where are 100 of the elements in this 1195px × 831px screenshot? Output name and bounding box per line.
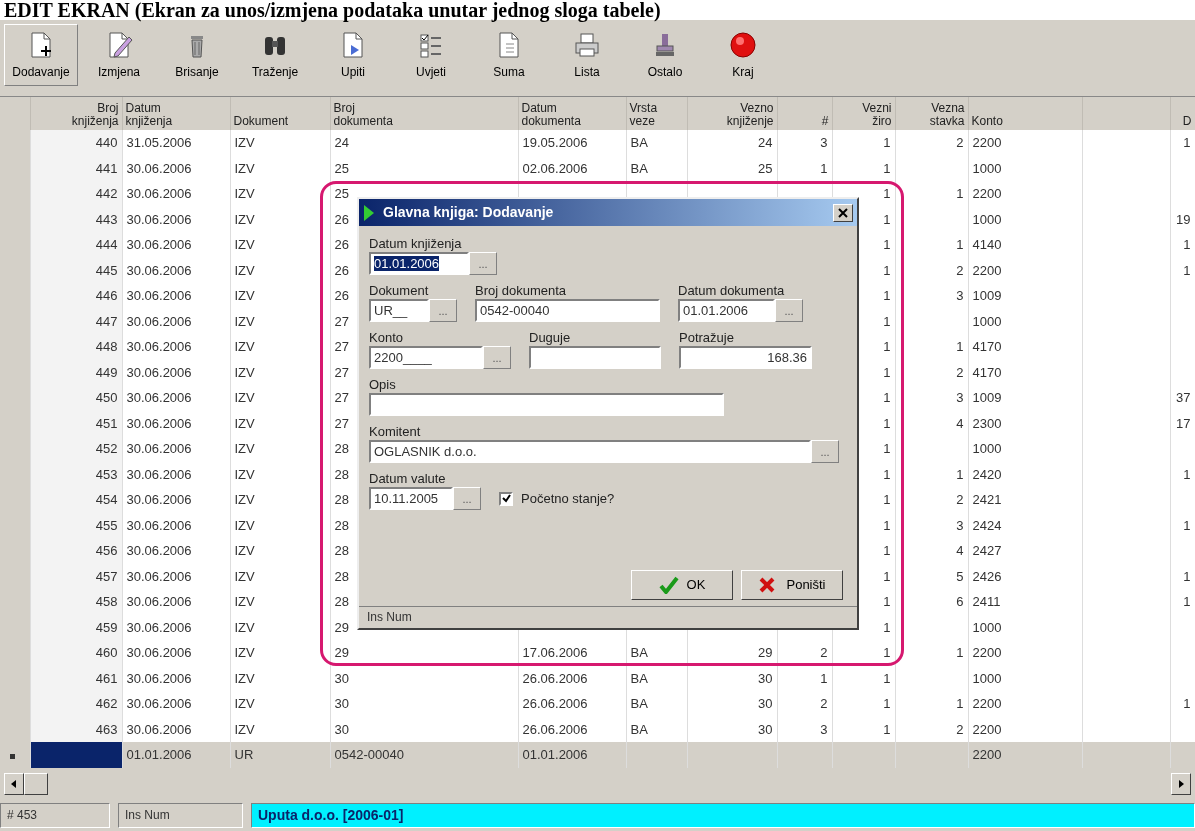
column-header[interactable]: Konto [971, 115, 1003, 128]
field-label: Potražuje [679, 330, 735, 346]
table-cell: IZV [230, 691, 330, 717]
table-cell: 29 [687, 640, 777, 666]
text-field[interactable]: 01.01.2006 [369, 252, 469, 275]
table-cell: 3 [895, 283, 968, 309]
toolbar-button[interactable]: Dodavanje [4, 24, 78, 86]
field-label: Datum knjiženja [369, 236, 463, 252]
column-header[interactable]: Broj knjiženja [71, 102, 119, 128]
text-field[interactable]: 10.11.2005 [369, 487, 453, 510]
toolbar-button[interactable]: Ostalo [628, 24, 702, 86]
picker-button[interactable]: ... [429, 299, 457, 322]
toolbar-button[interactable]: Upiti [316, 24, 390, 86]
table-cell: 450 [30, 385, 122, 411]
table-cell: 4 [895, 538, 968, 564]
text-field[interactable]: 2200____ [369, 346, 483, 369]
text-field[interactable] [529, 346, 661, 369]
table-cell: IZV [230, 538, 330, 564]
picker-button[interactable]: ... [453, 487, 481, 510]
table-cell: 30.06.2006 [122, 716, 230, 742]
table-cell: 448 [30, 334, 122, 360]
toolbar-button[interactable]: Uvjeti [394, 24, 468, 86]
toolbar-button[interactable]: Lista [550, 24, 624, 86]
column-header[interactable]: # [821, 115, 829, 128]
column-header[interactable]: Vrsta veze [629, 102, 658, 128]
cancel-button[interactable]: Poništi [741, 570, 843, 600]
text-field[interactable]: 168.36 [679, 346, 812, 369]
right-arrow-icon [1177, 780, 1185, 789]
column-header[interactable]: Datum dokumenta [521, 102, 581, 128]
picker-button[interactable]: ... [483, 346, 511, 369]
column-header[interactable]: Vezna stavka [929, 102, 965, 128]
table-cell: 19.05.2006 [518, 130, 626, 156]
table-cell: IZV [230, 487, 330, 513]
table-cell: IZV [230, 436, 330, 462]
toolbar-button[interactable]: Traženje [238, 24, 312, 86]
toolbar-button[interactable]: Suma [472, 24, 546, 86]
table-cell: BA [626, 130, 687, 156]
table-cell: 30.06.2006 [122, 359, 230, 385]
table-cell: 444 [30, 232, 122, 258]
table-cell: UR [230, 742, 330, 768]
text-field[interactable]: UR__ [369, 299, 429, 322]
table-cell: 3 [895, 385, 968, 411]
picker-button[interactable]: ... [811, 440, 839, 463]
table-cell: 2 [895, 130, 968, 156]
table-cell: 2424 [968, 512, 1082, 538]
table-cell: 30.06.2006 [122, 206, 230, 232]
table-cell: 30.06.2006 [122, 691, 230, 717]
table-cell: IZV [230, 385, 330, 411]
table-cell: 441 [30, 155, 122, 181]
table-cell: 461 [30, 665, 122, 691]
table-cell: 30 [330, 716, 518, 742]
table-cell: 2200 [968, 742, 1082, 768]
table-cell: 451 [30, 410, 122, 436]
picker-button[interactable]: ... [775, 299, 803, 322]
picker-button[interactable]: ... [469, 252, 497, 275]
close-icon [838, 207, 848, 218]
table-cell: 2300 [968, 410, 1082, 436]
checkbox[interactable] [499, 491, 513, 506]
table-cell: 455 [30, 512, 122, 538]
table-cell: 2426 [968, 563, 1082, 589]
table-cell: 30 [687, 716, 777, 742]
table-cell: 1 [1170, 232, 1195, 258]
scroll-right-button[interactable] [1171, 772, 1191, 795]
table-cell: 2200 [968, 716, 1082, 742]
scroll-thumb[interactable] [24, 772, 48, 795]
table-cell: BA [626, 691, 687, 717]
column-header[interactable]: D [1182, 115, 1192, 128]
focused-cell[interactable] [30, 742, 122, 768]
printer-icon [573, 31, 601, 59]
column-header[interactable]: Vezno knjiženje [726, 102, 774, 128]
column-header[interactable]: Vezni žiro [862, 102, 892, 128]
check-icon [658, 576, 679, 594]
check-icon [501, 494, 511, 503]
text-field[interactable]: OGLASNIK d.o.o. [369, 440, 811, 463]
table-cell: 1009 [968, 283, 1082, 309]
table-cell: 447 [30, 308, 122, 334]
ok-button[interactable]: OK [631, 570, 733, 600]
table-cell: 30.06.2006 [122, 665, 230, 691]
column-header[interactable]: Dokument [233, 115, 289, 128]
table-cell: 30.06.2006 [122, 181, 230, 207]
table-cell: 0542-00040 [330, 742, 518, 768]
table-cell: 30.06.2006 [122, 308, 230, 334]
close-button[interactable] [833, 203, 853, 222]
text-field[interactable]: 01.01.2006 [678, 299, 775, 322]
column-header[interactable]: Datum knjiženja [125, 102, 173, 128]
text-field[interactable] [369, 393, 724, 416]
table-cell: 30 [330, 691, 518, 717]
table-cell: 30.06.2006 [122, 385, 230, 411]
column-header[interactable]: Broj dokumenta [333, 102, 393, 128]
table-cell: 463 [30, 716, 122, 742]
table-cell: 2200 [968, 691, 1082, 717]
toolbar-button[interactable]: Izmjena [82, 24, 156, 86]
scroll-left-button[interactable] [4, 772, 24, 795]
table-cell: 01.01.2006 [122, 742, 230, 768]
table-cell: 30 [687, 665, 777, 691]
table-cell: 449 [30, 359, 122, 385]
toolbar-button[interactable]: Brisanje [160, 24, 234, 86]
text-field[interactable]: 0542-00040 [475, 299, 660, 322]
table-cell: 1 [1170, 589, 1195, 615]
toolbar-button[interactable]: Kraj [706, 24, 780, 86]
